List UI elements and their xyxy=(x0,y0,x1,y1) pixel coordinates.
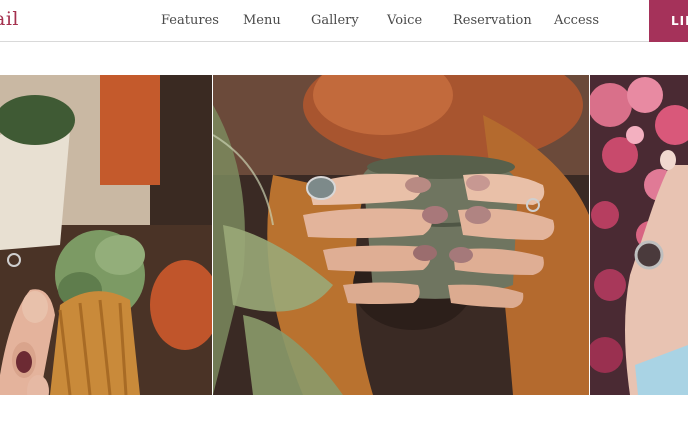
nav-voice[interactable]: Voice xyxy=(387,13,422,28)
photo-mug-hands-image xyxy=(213,75,589,395)
nav-access[interactable]: Access xyxy=(554,13,599,28)
photo-gallery xyxy=(0,75,688,395)
nav-gallery[interactable]: Gallery xyxy=(311,13,359,28)
photo-flowers-hand-image xyxy=(590,75,688,395)
gallery-photo-flowers-hand[interactable] xyxy=(590,75,688,395)
line-button[interactable]: LIN xyxy=(649,0,688,42)
photo-sweater-hand-image xyxy=(0,75,212,395)
nav-features[interactable]: Features xyxy=(161,13,219,28)
nav-reservation[interactable]: Reservation xyxy=(453,13,532,28)
site-header: ail Features Menu Gallery Voice Reservat… xyxy=(0,0,688,42)
gallery-photo-mug-hands[interactable] xyxy=(213,75,589,395)
gallery-photo-sweater-hand[interactable] xyxy=(0,75,212,395)
nav-menu[interactable]: Menu xyxy=(243,13,281,28)
brand-logo[interactable]: ail xyxy=(0,8,19,30)
